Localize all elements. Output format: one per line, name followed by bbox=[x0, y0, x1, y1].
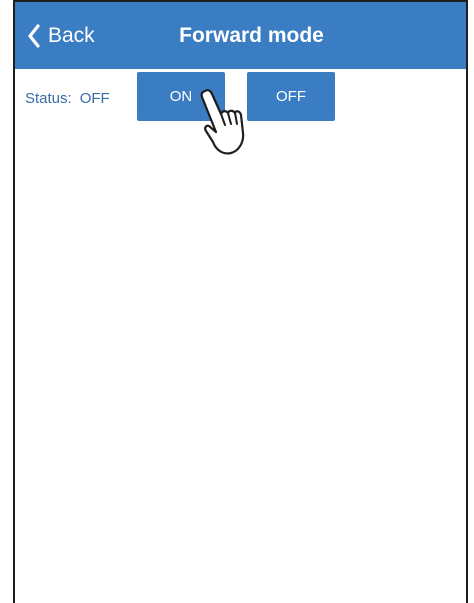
on-button-label: ON bbox=[169, 88, 193, 105]
off-button[interactable]: OFF bbox=[247, 72, 335, 121]
on-button[interactable]: ON bbox=[137, 72, 225, 121]
phone-screen: Back Forward mode Status: OFF ON OFF bbox=[13, 0, 468, 603]
off-button-label: OFF bbox=[276, 88, 306, 105]
chevron-left-icon bbox=[27, 24, 41, 48]
status-readout: Status: OFF bbox=[25, 89, 110, 109]
status-value: OFF bbox=[79, 90, 110, 107]
status-label: Status: bbox=[25, 90, 72, 107]
back-label: Back bbox=[48, 24, 95, 47]
back-button[interactable]: Back bbox=[27, 22, 95, 50]
navigation-bar: Back Forward mode bbox=[15, 2, 466, 69]
